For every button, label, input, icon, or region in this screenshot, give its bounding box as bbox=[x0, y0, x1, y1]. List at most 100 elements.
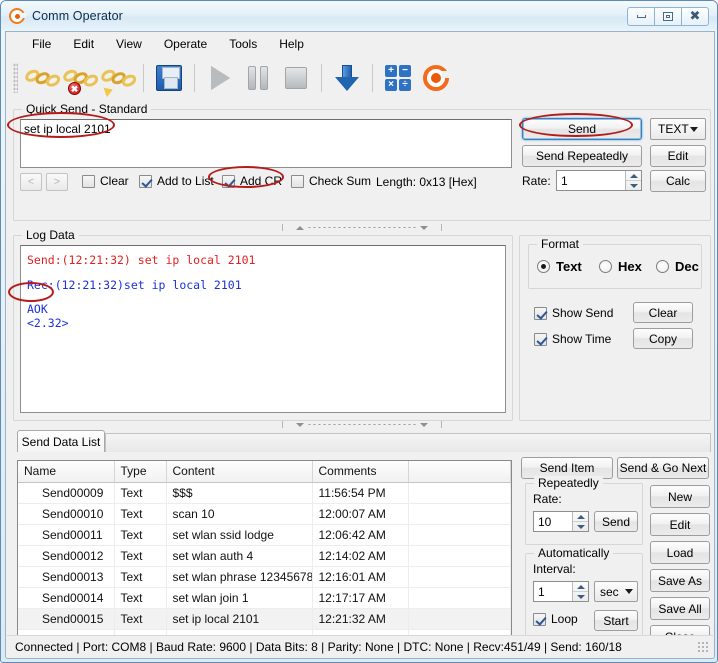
app-logo-icon[interactable] bbox=[417, 59, 455, 97]
interval-stepper[interactable] bbox=[533, 581, 589, 602]
column-header-comments[interactable]: Comments bbox=[312, 461, 409, 483]
save-all-button[interactable]: Save All bbox=[650, 597, 710, 620]
tab-strip: Send Data List bbox=[13, 428, 711, 452]
clear-checkbox-box[interactable] bbox=[82, 174, 95, 188]
repeat-rate-stepper[interactable] bbox=[533, 511, 589, 532]
cell-name: Send00014 bbox=[18, 587, 115, 609]
quick-send-input[interactable]: set ip local 2101 bbox=[20, 119, 512, 168]
clear-log-button[interactable]: Clear bbox=[633, 302, 693, 323]
table-row[interactable]: Send00013 Text set wlan phrase 12345678 … bbox=[18, 566, 511, 588]
cell-content: set wlan auth 4 bbox=[166, 545, 313, 567]
show-time-checkbox[interactable]: Show Time bbox=[534, 332, 625, 346]
format-combo[interactable]: TEXT bbox=[650, 118, 706, 140]
cell-name: Send00010 bbox=[18, 503, 115, 525]
next-button[interactable]: > bbox=[46, 173, 68, 191]
radio-dec-dot[interactable] bbox=[656, 260, 669, 273]
play-icon[interactable] bbox=[201, 59, 239, 97]
send-button[interactable]: Send bbox=[522, 118, 642, 140]
tab-send-data-list[interactable]: Send Data List bbox=[17, 430, 105, 452]
show-send-checkbox-box[interactable] bbox=[534, 306, 547, 320]
table-row[interactable]: Send00010 Text scan 10 12:00:07 AM bbox=[18, 503, 511, 525]
menu-edit[interactable]: Edit bbox=[62, 34, 105, 54]
radio-text-dot[interactable] bbox=[537, 260, 550, 273]
repeat-rate-spin-down[interactable] bbox=[573, 522, 588, 531]
log-data-group: Log Data Send:(12:21:32) set ip local 21… bbox=[13, 228, 513, 421]
menu-view[interactable]: View bbox=[105, 34, 153, 54]
load-button[interactable]: Load bbox=[650, 541, 710, 564]
check-sum-checkbox-box[interactable] bbox=[291, 174, 304, 188]
add-to-list-checkbox-box[interactable] bbox=[139, 174, 152, 188]
column-header-content[interactable]: Content bbox=[166, 461, 313, 483]
start-button[interactable]: Start bbox=[594, 610, 638, 631]
minimize-button[interactable] bbox=[627, 6, 655, 26]
save-as-button[interactable]: Save As bbox=[650, 569, 710, 592]
rate-spin-up[interactable] bbox=[626, 171, 641, 181]
menu-help[interactable]: Help bbox=[268, 34, 315, 54]
send-and-go-next-button[interactable]: Send & Go Next bbox=[617, 457, 709, 479]
menu-tools[interactable]: Tools bbox=[218, 34, 268, 54]
show-send-checkbox[interactable]: Show Send bbox=[534, 306, 627, 320]
radio-text[interactable]: Text bbox=[537, 259, 582, 274]
interval-unit-combo[interactable]: sec bbox=[594, 581, 638, 602]
add-cr-checkbox-box[interactable] bbox=[222, 174, 235, 188]
table-row[interactable]: Send00009 Text $$$ 11:56:54 PM bbox=[18, 482, 511, 504]
prev-button[interactable]: < bbox=[20, 173, 42, 191]
maximize-button[interactable] bbox=[654, 6, 682, 26]
radio-dec[interactable]: Dec bbox=[656, 259, 699, 274]
interval-spin-up[interactable] bbox=[573, 582, 588, 592]
interval-spin-down[interactable] bbox=[573, 592, 588, 601]
edit-button[interactable]: Edit bbox=[650, 145, 706, 167]
add-to-list-checkbox[interactable]: Add to List bbox=[139, 174, 228, 188]
rate-label: Rate: bbox=[522, 174, 551, 188]
rate-spin-down[interactable] bbox=[626, 181, 641, 190]
cell-type: Text bbox=[114, 524, 167, 546]
disconnect-icon[interactable]: ✖ bbox=[61, 59, 101, 97]
table-row[interactable]: Send00011 Text set wlan ssid lodge 12:06… bbox=[18, 524, 511, 546]
check-sum-checkbox[interactable]: Check Sum bbox=[291, 174, 385, 188]
resize-gripper[interactable] bbox=[697, 640, 709, 653]
clear-checkbox[interactable]: Clear bbox=[82, 174, 143, 188]
splitter-top[interactable] bbox=[13, 223, 711, 232]
menu-file[interactable]: File bbox=[21, 34, 62, 54]
log-data-view[interactable]: Send:(12:21:32) set ip local 2101 Rec:(1… bbox=[20, 245, 506, 413]
repeat-rate-spinner-buttons[interactable] bbox=[572, 512, 588, 531]
stop-icon[interactable] bbox=[277, 59, 315, 97]
close-icon[interactable]: ✖ bbox=[681, 6, 709, 26]
calculator-icon[interactable]: + − × ÷ bbox=[379, 59, 417, 97]
repeat-send-button[interactable]: Send bbox=[594, 511, 638, 532]
table-row[interactable]: Send00012 Text set wlan auth 4 12:14:02 … bbox=[18, 545, 511, 567]
new-button[interactable]: New bbox=[650, 485, 710, 508]
connect-icon[interactable] bbox=[23, 59, 63, 97]
column-header-type[interactable]: Type bbox=[114, 461, 167, 483]
menu-operate[interactable]: Operate bbox=[153, 34, 218, 54]
cell-name: Send00015 bbox=[18, 608, 115, 630]
interval-spinner-buttons[interactable] bbox=[572, 582, 588, 601]
add-cr-checkbox[interactable]: Add CR bbox=[222, 174, 296, 188]
copy-log-button[interactable]: Copy bbox=[633, 328, 693, 349]
interval-unit-value: sec bbox=[600, 584, 619, 599]
column-header-extra[interactable] bbox=[408, 461, 511, 483]
download-icon[interactable] bbox=[328, 59, 366, 97]
edit-connection-icon[interactable] bbox=[99, 59, 139, 98]
repeat-rate-spin-up[interactable] bbox=[573, 512, 588, 522]
radio-hex-dot[interactable] bbox=[599, 260, 612, 273]
rate-stepper[interactable] bbox=[556, 170, 642, 191]
pause-icon[interactable] bbox=[239, 59, 277, 97]
send-repeatedly-button[interactable]: Send Repeatedly bbox=[522, 145, 642, 167]
send-data-list-table[interactable]: Name Type Content Comments Send00009 Tex… bbox=[17, 460, 512, 654]
loop-checkbox-box[interactable] bbox=[533, 612, 546, 626]
quick-send-title: Quick Send - Standard bbox=[22, 102, 152, 116]
title-bar: Comm Operator ✖ bbox=[1, 1, 717, 31]
rate-spinner-buttons[interactable] bbox=[625, 171, 641, 190]
column-header-name[interactable]: Name bbox=[18, 461, 115, 483]
radio-hex[interactable]: Hex bbox=[599, 259, 642, 274]
loop-checkbox[interactable]: Loop bbox=[533, 612, 582, 626]
table-row[interactable]: Send00014 Text set wlan join 1 12:17:17 … bbox=[18, 587, 511, 609]
edit-item-button[interactable]: Edit bbox=[650, 513, 710, 536]
status-bar: Connected | Port: COM8 | Baud Rate: 9600… bbox=[7, 635, 713, 657]
toolbar-grip[interactable] bbox=[13, 63, 18, 93]
table-row[interactable]: Send00015 Text set ip local 2101 12:21:3… bbox=[18, 608, 511, 630]
show-time-checkbox-box[interactable] bbox=[534, 332, 547, 346]
save-icon[interactable] bbox=[150, 59, 188, 97]
calc-button[interactable]: Calc bbox=[650, 170, 706, 192]
